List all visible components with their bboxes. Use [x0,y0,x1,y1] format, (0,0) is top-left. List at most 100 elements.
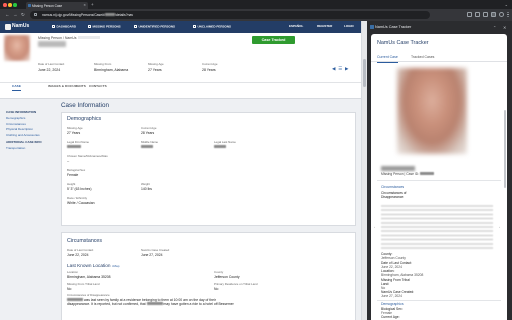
nav-dashboard-label: DASHBOARD [56,24,77,29]
tracker-case-id-label: Missing Person | Case ID: [381,171,420,176]
search-icon [88,25,91,28]
minimize-window-button[interactable] [8,3,12,7]
site-info-icon[interactable] [34,13,37,17]
field-value: 27 Years [67,131,81,136]
namus-page: NamUs DASHBOARD MISSING PERSONS UNIDENTI… [0,21,367,320]
nav-unclaimed-persons[interactable]: UNCLAIMED PERSONS [193,25,231,29]
divider [377,299,501,300]
sidebar-link-demographics[interactable]: Demographics [6,116,58,121]
nav-missing-persons-label: MISSING PERSONS [92,24,121,29]
close-panel-icon[interactable]: ✕ [503,25,507,30]
page-scrollbar-thumb[interactable] [363,59,367,87]
tab-current-case[interactable]: Current Case [377,55,398,63]
fact-key: Current Age [202,62,218,66]
field-key: Weight [141,182,150,186]
scroll-left-icon[interactable]: ‹ [374,225,375,230]
field-value: Birmingham, Alabama 35208 [67,275,111,280]
nav-login[interactable]: LOGIN [344,24,354,29]
previous-case-icon[interactable]: ◀ [332,66,335,71]
tab-contacts[interactable]: CONTACTS [89,84,107,89]
menu-icon[interactable] [507,12,509,17]
circumstances-text: x was last seen by family at a residence… [67,298,355,307]
tab-tracked-cases[interactable]: Tracked Cases [411,55,434,59]
field-value: 140 lbs [141,187,152,192]
fact-key: Missing Age [148,62,164,66]
field-residence-tribal-land: Primary Residence on Tribal Land No [214,282,258,292]
list-view-icon[interactable]: ☰ [338,66,342,71]
circumstances-title: Circumstances [67,238,103,244]
fact-missing-age: Missing Age 27 Years [148,62,164,72]
case-tracked-button[interactable]: Case Tracked [252,36,295,44]
pin-icon[interactable]: ⌃ [493,25,497,30]
tab-images-documents[interactable]: IMAGES & DOCUMENTS [48,84,86,89]
logo-text: NamUs [12,23,30,29]
nav-dashboard[interactable]: DASHBOARD [52,25,76,29]
maximize-window-button[interactable] [13,3,17,7]
side-panel-scrollbar-thumb[interactable] [503,110,506,188]
field-current-age: Current Age 28 Years [141,126,156,135]
extension-icon[interactable] [475,12,480,17]
nav-unidentified-persons[interactable]: UNIDENTIFIED PERSONS [134,25,175,29]
next-case-icon[interactable]: ▶ [345,66,348,71]
extension-favicon-icon [369,25,374,29]
nav-missing-persons[interactable]: MISSING PERSONS [88,25,121,29]
field-key: Race / Ethnicity [67,196,88,200]
current-age-label: Current Age: [381,315,400,319]
field-date-last-contact: Date of Last Contact June 22, 2024 [67,248,93,258]
nav-espanol[interactable]: ESPAÑOL [289,24,303,29]
case-header: Missing Person / NamUs x Case Tracked Da… [0,33,367,99]
sidebar-link-circumstances[interactable]: Circumstances [6,122,58,127]
field-missing-tribal-land: Missing From Tribal Land No [67,282,99,291]
map-link[interactable]: ⌖Map [112,264,120,268]
close-window-button[interactable] [3,3,7,7]
field-key: Legal Last Name [214,140,236,144]
last-known-location-heading: Last Known Location ⌖Map [67,263,119,269]
tab-title: Missing Person Case [32,3,63,8]
field-value: Jefferson County [214,275,240,280]
case-number-redacted: x [77,36,100,40]
fact-value: 27 Years [148,67,162,72]
dashboard-icon [52,25,55,28]
field-key: Chosen Name/Nicknames/Alias [67,154,108,158]
circumstances-heading: Circumstances [381,185,405,189]
profile-icon[interactable] [499,12,504,17]
address-bar[interactable]: namus.nij.ojp.gov/MissingPersons/Case#/x… [30,11,430,19]
search-icon [134,25,137,28]
field-value: No [214,287,219,292]
side-panel-scrollbar[interactable] [503,64,506,318]
sidebar-heading-additional: ADDITIONAL CASE INFO [6,139,42,144]
scroll-right-icon[interactable]: › [499,225,500,230]
field-county: County Jefferson County [214,270,240,280]
field-key: Middle Name [141,140,159,144]
tab-case[interactable]: CASE [12,84,21,92]
field-key: Legal First Name [67,140,90,144]
forward-icon[interactable]: → [13,12,18,18]
side-panel-icon[interactable] [491,12,496,17]
close-tab-icon[interactable]: ✕ [83,3,86,7]
nav-register[interactable]: REGISTER [317,24,332,29]
back-icon[interactable]: ← [5,12,10,18]
circumstances-label-2: Disappearance: [381,195,405,199]
extensions-puzzle-icon[interactable] [483,12,488,17]
missing-person-photo [4,35,30,61]
field-chosen-name: Chosen Name/Nicknames/Alias -- [67,154,108,163]
fact-value: Birmingham, Alabama [94,67,129,72]
sidebar-link-transportation[interactable]: Transportation [6,146,58,151]
field-key: Height [67,182,76,186]
bookmark-star-icon[interactable] [467,12,472,17]
field-value: June 22, 2024 [67,253,89,258]
sidebar-link-clothing[interactable]: Clothing and Accessories [6,133,58,138]
person-name-redacted [38,41,66,47]
sidebar-link-physical-description[interactable]: Physical Description [6,127,58,132]
browser-tab[interactable]: Missing Person Case ✕ [26,2,88,9]
demographics-heading: Demographics [381,302,404,306]
reload-icon[interactable]: ↻ [21,12,25,18]
case-information-title: Case Information [61,102,109,109]
namus-logo[interactable]: NamUs [4,23,38,31]
side-panel-title: NamUs Case Tracker [375,25,412,30]
tab-search-icon[interactable]: ⌄ [505,2,508,7]
new-tab-button[interactable]: + [91,2,94,8]
redacted-name: x [67,298,83,301]
top-nav: NamUs DASHBOARD MISSING PERSONS UNIDENTI… [0,21,367,33]
fact-value: 28 Years [202,67,216,72]
